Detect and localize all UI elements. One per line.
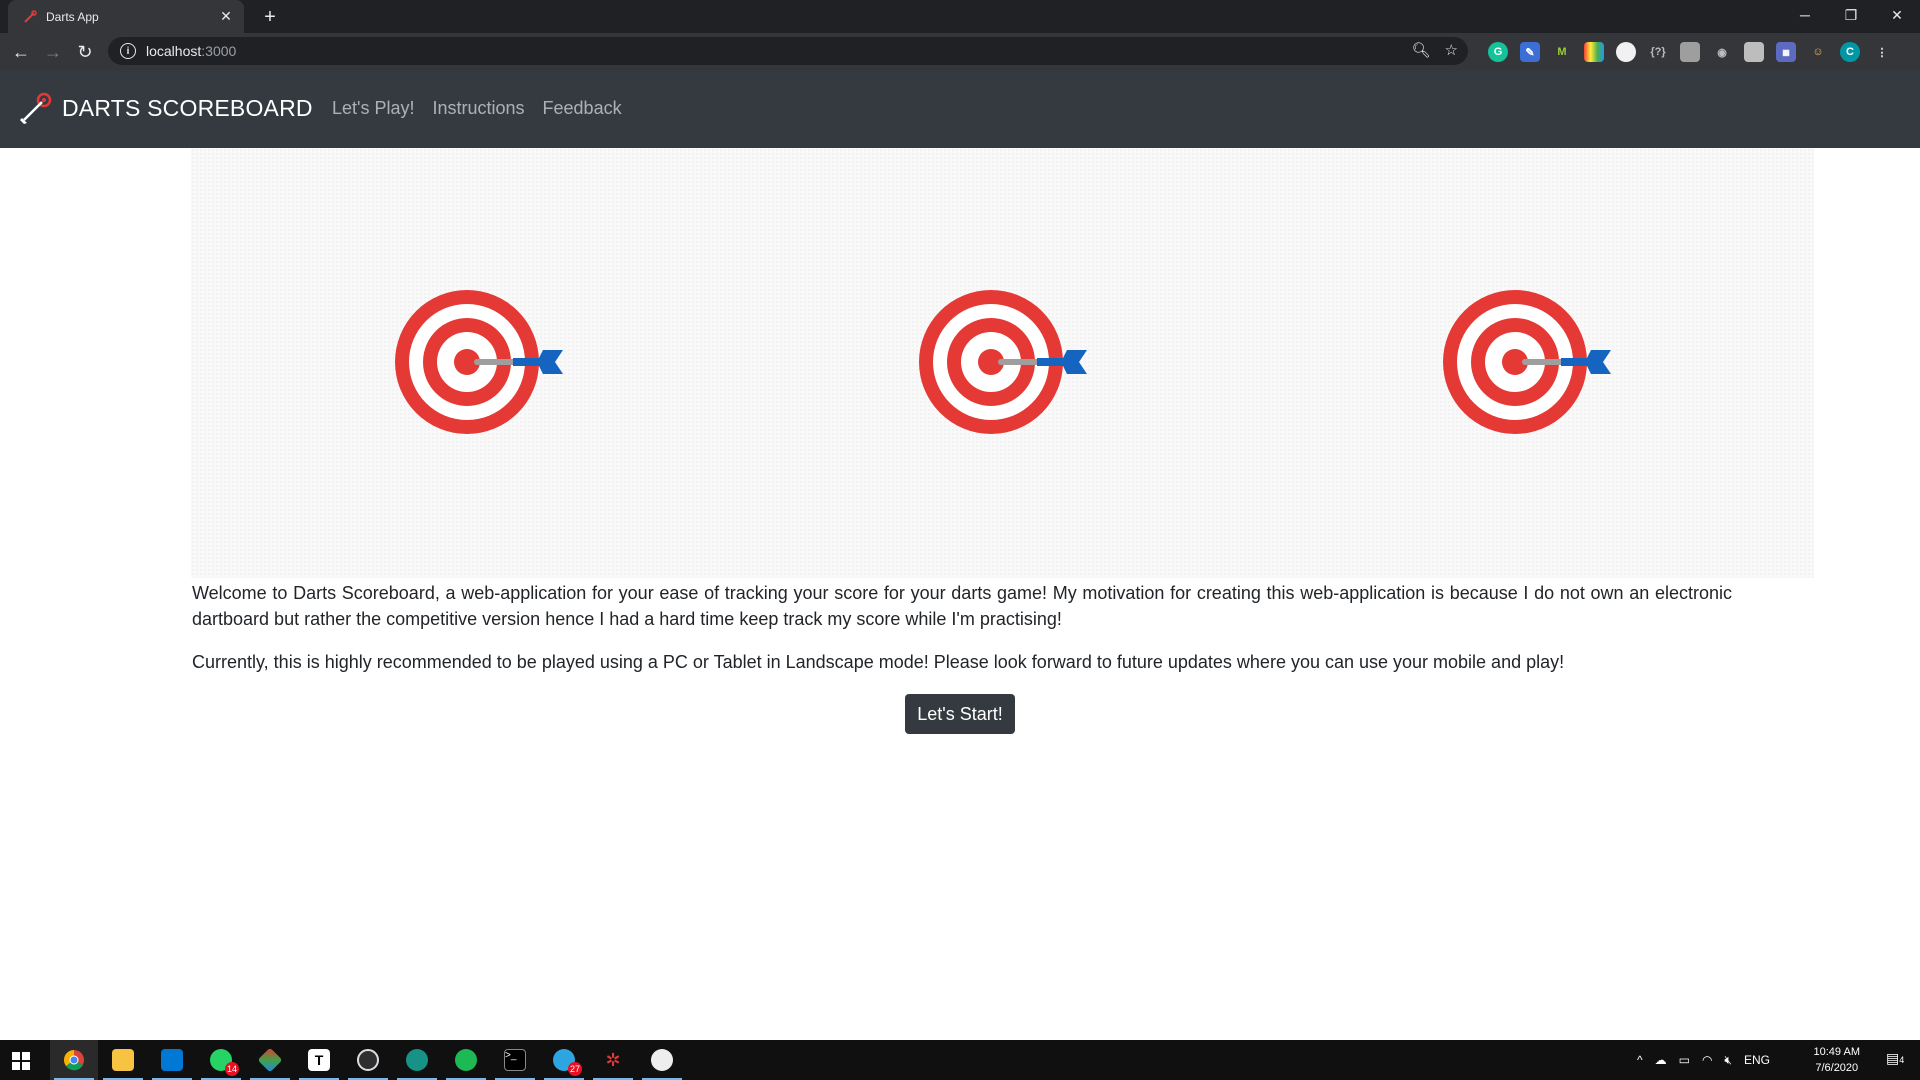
- browser-toolbar: ← → ↻ i localhost:3000 🔍︎ ☆ G ✎ M {?} ◉ …: [0, 33, 1920, 71]
- windows-taskbar: 14 T >_ 27 ✲ ^ ☁ ▭ ◠ 🔇︎ ENG 10:49 AM 7/6…: [0, 1040, 1920, 1080]
- language-indicator[interactable]: ENG: [1744, 1053, 1770, 1067]
- taskbar-app-dart[interactable]: [638, 1040, 686, 1080]
- taskbar-spotify[interactable]: [442, 1040, 490, 1080]
- nav-link-lets-play[interactable]: Let's Play!: [332, 98, 414, 119]
- back-arrow-icon[interactable]: ←: [8, 39, 34, 65]
- terminal-icon: >_: [504, 1049, 526, 1071]
- tab-close-icon[interactable]: ✕: [218, 8, 234, 25]
- obs-icon: [357, 1049, 379, 1071]
- system-tray: ^ ☁ ▭ ◠ 🔇︎ ENG: [1637, 1040, 1770, 1080]
- dartboard-target-icon: [395, 290, 563, 434]
- taskbar-terminal[interactable]: >_: [491, 1040, 539, 1080]
- tab-title: Darts App: [46, 9, 99, 24]
- taskbar-whatsapp[interactable]: 14: [197, 1040, 245, 1080]
- lets-start-button[interactable]: Let's Start!: [905, 694, 1015, 734]
- taskbar-file-explorer[interactable]: [99, 1040, 147, 1080]
- help-extension-icon[interactable]: {?}: [1648, 42, 1668, 62]
- brand[interactable]: DARTS SCOREBOARD: [18, 90, 313, 126]
- new-tab-icon[interactable]: +: [258, 5, 282, 29]
- chrome-icon: [64, 1050, 84, 1071]
- reload-icon[interactable]: ↻: [72, 39, 98, 65]
- star-app-icon: ✲: [605, 1049, 621, 1070]
- welcome-paragraph: Welcome to Darts Scoreboard, a web-appli…: [192, 583, 1732, 629]
- taskbar-obs[interactable]: [344, 1040, 392, 1080]
- owl-extension-icon[interactable]: ☺: [1808, 42, 1828, 62]
- restore-icon[interactable]: ❐: [1828, 0, 1874, 30]
- minimize-icon[interactable]: ─: [1782, 0, 1828, 30]
- telegram-badge: 27: [568, 1062, 582, 1076]
- bookmark-star-icon[interactable]: ☆: [1445, 41, 1458, 59]
- new-extension-icon[interactable]: ▦: [1776, 42, 1796, 62]
- url-host: localhost: [146, 43, 202, 59]
- dart-logo-icon: [20, 92, 52, 124]
- extensions-bar: G ✎ M {?} ◉ ▦ ☺ C ⋮: [1488, 42, 1892, 62]
- chevron-up-icon[interactable]: ^: [1637, 1053, 1643, 1067]
- hero-banner: [191, 148, 1814, 578]
- notification-center-icon[interactable]: ▤4: [1886, 1050, 1906, 1070]
- close-window-icon[interactable]: ✕: [1874, 0, 1920, 30]
- window-controls: ─ ❐ ✕: [1782, 0, 1920, 30]
- camera-extension-icon[interactable]: ◉: [1712, 42, 1732, 62]
- browser-tabstrip: Darts App ✕ + ─ ❐ ✕: [0, 0, 1920, 33]
- taskbar-telegram[interactable]: 27: [540, 1040, 588, 1080]
- wifi-icon[interactable]: ◠: [1702, 1053, 1712, 1067]
- pen-extension-icon[interactable]: ✎: [1520, 42, 1540, 62]
- mail-icon: [161, 1049, 183, 1071]
- dart-favicon-icon: [24, 9, 37, 23]
- onedrive-icon[interactable]: ☁: [1655, 1053, 1667, 1067]
- address-bar[interactable]: i localhost:3000 🔍︎ ☆: [108, 37, 1468, 65]
- battery-icon[interactable]: ▭: [1679, 1053, 1690, 1067]
- dartboard-target-icon: [919, 290, 1087, 434]
- forward-arrow-icon[interactable]: →: [40, 39, 66, 65]
- taskbar-gitkraken[interactable]: [393, 1040, 441, 1080]
- gitkraken-icon: [406, 1049, 428, 1071]
- taskbar-mail[interactable]: [148, 1040, 196, 1080]
- color-extension-icon[interactable]: [1584, 42, 1604, 62]
- clock-time: 10:49 AM: [1813, 1046, 1860, 1058]
- whatsapp-badge: 14: [225, 1062, 239, 1076]
- t-app-icon: T: [308, 1049, 330, 1071]
- grammarly-extension-icon[interactable]: G: [1488, 42, 1508, 62]
- folder-icon: [112, 1049, 134, 1071]
- nav-links: Let's Play! Instructions Feedback: [332, 98, 640, 119]
- taskbar-clock[interactable]: 10:49 AM 7/6/2020: [1814, 1044, 1860, 1076]
- url-port: :3000: [201, 43, 237, 59]
- taskbar-app-star[interactable]: ✲: [589, 1040, 637, 1080]
- dart-app-icon: [651, 1049, 673, 1071]
- circle-extension-icon[interactable]: [1616, 42, 1636, 62]
- taskbar-chrome[interactable]: [50, 1040, 98, 1080]
- browser-tab[interactable]: Darts App ✕: [8, 0, 244, 33]
- welcome-content: Welcome to Darts Scoreboard, a web-appli…: [192, 580, 1732, 692]
- menu-kebab-icon[interactable]: ⋮: [1872, 42, 1892, 62]
- taskbar-typora[interactable]: T: [295, 1040, 343, 1080]
- m-extension-icon[interactable]: M: [1552, 42, 1572, 62]
- site-info-icon[interactable]: i: [120, 43, 136, 59]
- app-navbar: DARTS SCOREBOARD Let's Play! Instruction…: [0, 70, 1920, 148]
- nav-link-feedback[interactable]: Feedback: [543, 98, 622, 119]
- square-extension-icon[interactable]: [1744, 42, 1764, 62]
- clock-date: 7/6/2020: [1815, 1062, 1859, 1074]
- git-icon: [257, 1047, 283, 1073]
- taskbar-git[interactable]: [246, 1040, 294, 1080]
- lock-extension-icon[interactable]: [1680, 42, 1700, 62]
- volume-muted-icon[interactable]: 🔇︎: [1724, 1053, 1732, 1068]
- dartboard-target-icon: [1443, 290, 1611, 434]
- spotify-icon: [455, 1049, 477, 1071]
- profile-avatar-icon[interactable]: C: [1840, 42, 1860, 62]
- brand-title: DARTS SCOREBOARD: [62, 94, 313, 121]
- nav-link-instructions[interactable]: Instructions: [432, 98, 524, 119]
- recommendation-paragraph: Currently, this is highly recommended to…: [192, 652, 1565, 672]
- notification-count: 4: [1899, 1055, 1905, 1065]
- zoom-icon[interactable]: 🔍︎: [1412, 41, 1431, 59]
- windows-start-icon[interactable]: [12, 1052, 30, 1070]
